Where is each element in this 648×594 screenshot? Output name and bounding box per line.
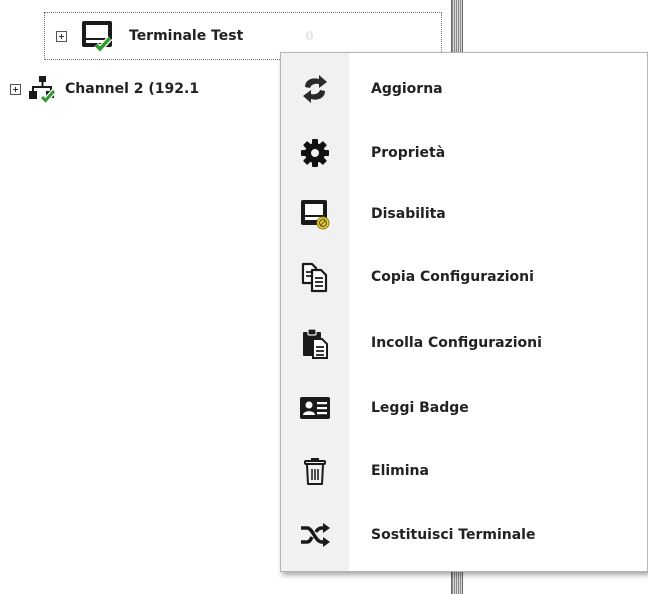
menu-item-sostituisci-terminale[interactable]: Sostituisci Terminale bbox=[281, 511, 647, 559]
menu-item-incolla-configurazioni[interactable]: Incolla Configurazioni bbox=[281, 319, 647, 367]
tree-node-channel-2[interactable]: Channel 2 (192.1 bbox=[10, 70, 199, 108]
terminal-disable-icon bbox=[301, 200, 330, 230]
menu-item-aggiorna[interactable]: Aggiorna bbox=[281, 65, 647, 113]
expand-toggle[interactable] bbox=[56, 30, 67, 42]
menu-item-elimina[interactable]: Elimina bbox=[281, 447, 647, 495]
terminal-check-icon bbox=[82, 21, 113, 52]
menu-item-copia-configurazioni[interactable]: Copia Configurazioni bbox=[281, 253, 647, 301]
node-count: 0 bbox=[305, 29, 314, 43]
menu-item-proprieta[interactable]: Proprietà bbox=[281, 129, 647, 177]
menu-item-disabilita[interactable]: Disabilita bbox=[281, 190, 647, 238]
gear-icon bbox=[301, 139, 329, 167]
menu-item-label: Copia Configurazioni bbox=[371, 269, 534, 285]
menu-item-label: Disabilita bbox=[371, 206, 446, 222]
paste-icon bbox=[303, 328, 328, 359]
tree-node-label: Channel 2 (192.1 bbox=[65, 81, 200, 97]
menu-item-label: Incolla Configurazioni bbox=[371, 335, 542, 351]
trash-icon bbox=[304, 458, 326, 485]
menu-item-label: Leggi Badge bbox=[371, 400, 469, 416]
menu-item-label: Elimina bbox=[371, 463, 429, 479]
copy-icon bbox=[301, 262, 328, 293]
menu-item-leggi-badge[interactable]: Leggi Badge bbox=[281, 384, 647, 432]
shuffle-icon bbox=[301, 523, 330, 547]
menu-item-label: Proprietà bbox=[371, 145, 446, 161]
expand-toggle[interactable] bbox=[10, 83, 21, 95]
network-check-icon bbox=[29, 76, 55, 103]
tree-node-label: Terminale Test bbox=[129, 28, 244, 44]
menu-item-label: Aggiorna bbox=[371, 81, 443, 97]
refresh-icon bbox=[303, 75, 327, 103]
badge-icon bbox=[300, 397, 330, 419]
context-menu: Aggiorna Proprietà Disabilita Copia Conf… bbox=[280, 52, 648, 572]
menu-item-label: Sostituisci Terminale bbox=[371, 527, 536, 543]
